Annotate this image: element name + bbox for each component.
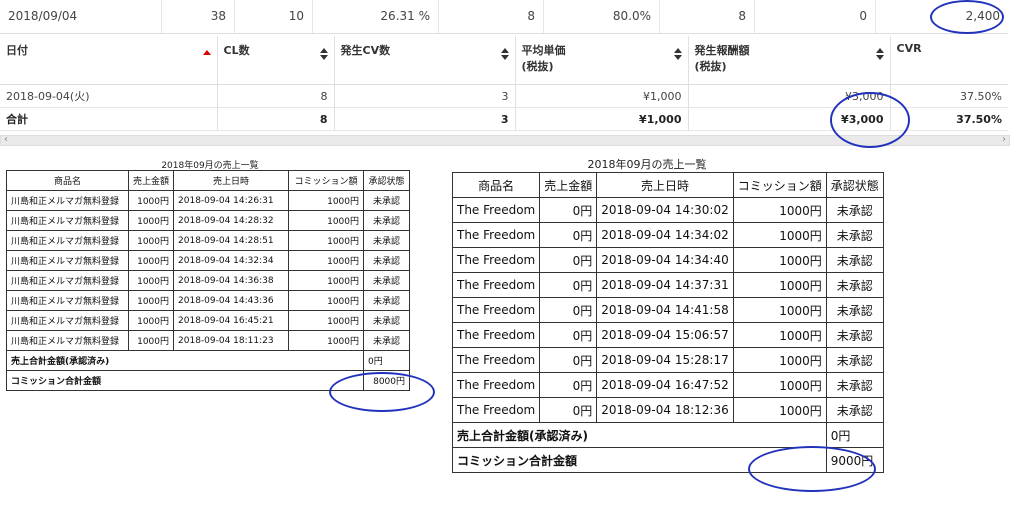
annotation-ellipse [930, 0, 1004, 34]
summary-row: 2018/09/04 38 10 26.31 % 8 80.0% 8 0 2,4… [0, 0, 1008, 34]
summary-cell: 10 [235, 0, 313, 33]
table-row: The Freedom 0円 2018-09-04 15:06:57 1000円 未承認 [451, 322, 884, 348]
summary-cell: 8 [439, 0, 544, 33]
table-row: The Freedom 0円 2018-09-04 15:28:17 1000円 未承認 [451, 347, 884, 373]
table-row: The Freedom 0円 2018-09-04 14:30:02 1000円 未承認 [451, 197, 884, 223]
annotation-ellipse [329, 372, 435, 412]
table-row: The Freedom 0円 2018-09-04 14:41:58 1000円 未承認 [451, 297, 884, 323]
table-row: 川島和正メルマガ無料登録 1000円 2018-09-04 14:28:32 1000… [6, 210, 411, 231]
table-row: 川島和正メルマガ無料登録 1000円 2018-09-04 14:36:38 1000… [6, 270, 411, 291]
sales-header-row: 商品名 売上金額 売上日時 コミッション額 承認状態 [451, 172, 884, 198]
table-row: The Freedom 0円 2018-09-04 14:34:02 1000円 未承認 [451, 222, 884, 248]
table-row: 川島和正メルマガ無料登録 1000円 2018-09-04 16:45:21 1000… [6, 310, 411, 331]
table-row: The Freedom 0円 2018-09-04 18:12:36 1000円 未承認 [451, 397, 884, 423]
sort-icon[interactable] [500, 48, 509, 62]
sales-total-row: 売上合計金額(承認済み) 0円 [452, 422, 884, 448]
sales-header-row: 商品名 売上金額 売上日時 コミッション額 承認状態 [6, 170, 411, 191]
table-row: 川島和正メルマガ無料登録 1000円 2018-09-04 14:26:31 1000… [6, 190, 411, 211]
table-row: The Freedom 0円 2018-09-04 16:47:52 1000円 未承認 [451, 372, 884, 398]
col-header-cv[interactable]: 発生CV数 [334, 36, 516, 85]
table-row: 川島和正メルマガ無料登録 1000円 2018-09-04 14:28:51 1000… [6, 230, 411, 251]
report-header-row: 日付 CL数 発生CV数 平均単価 (税抜) 発生報酬額 (税抜) CVR [0, 36, 1008, 85]
col-header-date[interactable]: 日付 [0, 36, 218, 85]
annotation-ellipse [748, 446, 876, 492]
summary-date: 2018/09/04 [0, 0, 162, 33]
sales-table-right: 商品名 売上金額 売上日時 コミッション額 承認状態 The Freedom 0円… [451, 172, 884, 473]
table-row: 川島和正メルマガ無料登録 1000円 2018-09-04 18:11:23 1000… [6, 330, 411, 351]
table-row: 川島和正メルマガ無料登録 1000円 2018-09-04 14:43:36 1000… [6, 290, 411, 311]
sales-total-row: 売上合計金額(承認済み) 0円 [5, 350, 411, 371]
sort-icon[interactable] [673, 48, 682, 62]
col-header-cvr[interactable]: CVR [890, 36, 1008, 85]
scroll-right-icon[interactable]: › [1002, 134, 1006, 145]
table-row: The Freedom 0円 2018-09-04 14:34:40 1000円 未承認 [451, 247, 884, 273]
scroll-left-icon[interactable]: ‹ [4, 134, 8, 145]
col-header-avg-price[interactable]: 平均単価 (税抜) [515, 36, 689, 85]
col-header-cl[interactable]: CL数 [217, 36, 335, 85]
summary-cell: 26.31 % [313, 0, 439, 33]
sort-icon[interactable] [875, 48, 884, 62]
summary-cell: 0 [755, 0, 876, 33]
sales-title-right: 2018年09月の売上一覧 [587, 158, 707, 171]
table-row: 川島和正メルマガ無料登録 1000円 2018-09-04 14:32:34 1000… [6, 250, 411, 271]
summary-cell: 80.0% [544, 0, 660, 33]
sort-icon[interactable] [319, 48, 328, 62]
sales-table-left: 商品名 売上金額 売上日時 コミッション額 承認状態 川島和正メルマガ無料登録 1… [5, 170, 411, 391]
annotation-ellipse [830, 92, 910, 148]
sort-asc-icon[interactable] [202, 50, 211, 64]
summary-cell: 38 [162, 0, 235, 33]
table-row: The Freedom 0円 2018-09-04 14:37:31 1000円 未承認 [451, 272, 884, 298]
summary-cell: 8 [660, 0, 755, 33]
col-header-reward[interactable]: 発生報酬額 (税抜) [688, 36, 891, 85]
